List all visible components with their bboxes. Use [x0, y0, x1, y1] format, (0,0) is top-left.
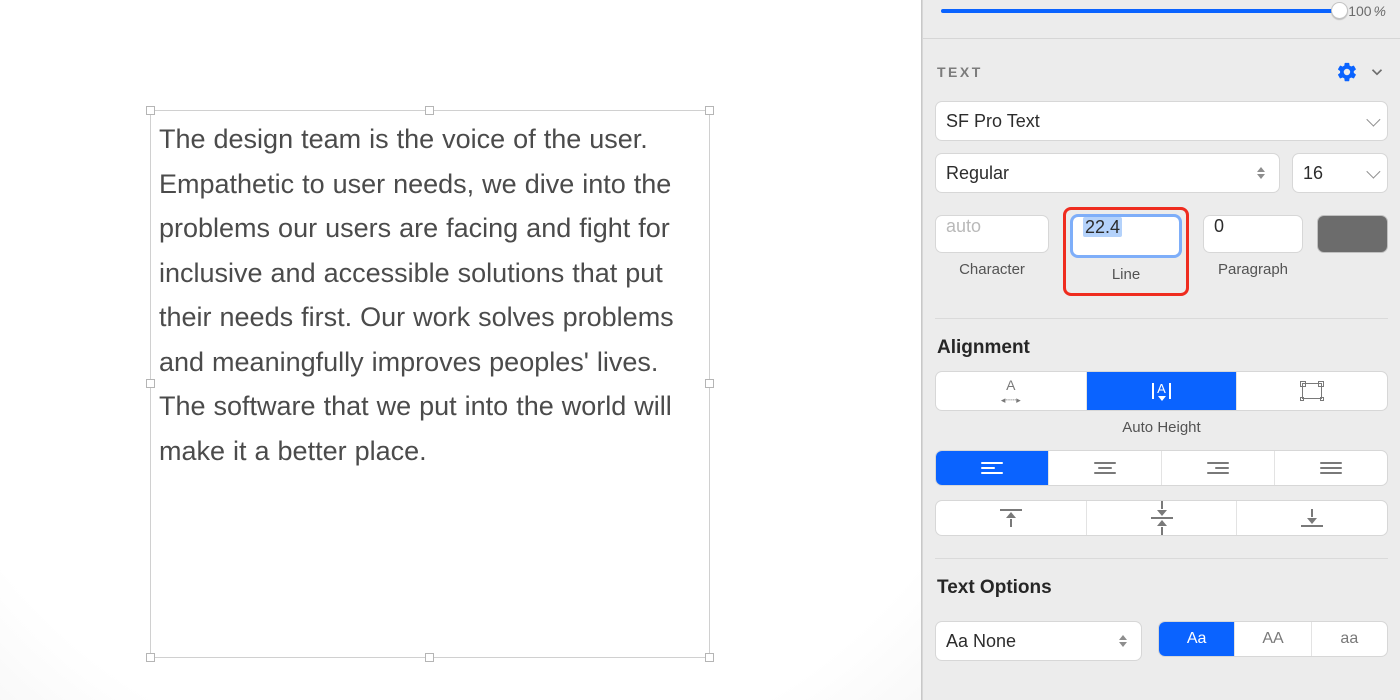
- alignment-title: Alignment: [937, 337, 1386, 359]
- font-weight-select[interactable]: Regular: [935, 153, 1280, 193]
- text-frame-content[interactable]: The design team is the voice of the user…: [151, 111, 709, 479]
- character-spacing-label: Character: [959, 261, 1025, 278]
- line-height-value: 22.4: [1083, 217, 1122, 237]
- align-center-button[interactable]: [1049, 451, 1162, 485]
- valign-top-button[interactable]: [936, 501, 1087, 535]
- chevron-down-icon: [1366, 165, 1380, 179]
- align-justify-button[interactable]: [1275, 451, 1387, 485]
- text-case-segment[interactable]: Aa AA aa: [1158, 621, 1388, 657]
- section-separator: [935, 558, 1388, 559]
- valign-bottom-button[interactable]: [1237, 501, 1387, 535]
- resize-handle-ml[interactable]: [146, 379, 155, 388]
- resize-handle-tr[interactable]: [705, 106, 714, 115]
- resize-handle-bl[interactable]: [146, 653, 155, 662]
- resize-handle-tl[interactable]: [146, 106, 155, 115]
- resize-handle-mr[interactable]: [705, 379, 714, 388]
- resize-fixed-width-button[interactable]: A◂┄┄▸: [936, 372, 1087, 410]
- valign-middle-icon: [1151, 501, 1173, 535]
- resize-handle-br[interactable]: [705, 653, 714, 662]
- valign-top-icon: [1000, 509, 1022, 527]
- line-height-input[interactable]: 22.4: [1070, 214, 1182, 258]
- font-size-select[interactable]: 16: [1292, 153, 1388, 193]
- paragraph-spacing-input[interactable]: 0: [1203, 215, 1303, 253]
- text-section-title: TEXT: [937, 64, 1336, 80]
- opacity-value: 100%: [1348, 3, 1388, 19]
- resize-mode-segment[interactable]: A◂┄┄▸ A: [935, 371, 1388, 411]
- line-height-label: Line: [1112, 266, 1140, 283]
- vertical-align-segment[interactable]: [935, 500, 1388, 536]
- font-family-select[interactable]: SF Pro Text: [935, 101, 1388, 141]
- case-title-button[interactable]: Aa: [1159, 622, 1235, 656]
- resize-fixed-size-button[interactable]: [1237, 372, 1387, 410]
- text-options-title: Text Options: [937, 577, 1386, 599]
- align-right-button[interactable]: [1162, 451, 1275, 485]
- case-upper-button[interactable]: AA: [1235, 622, 1311, 656]
- align-justify-icon: [1320, 462, 1342, 474]
- slider-knob[interactable]: [1331, 2, 1348, 19]
- chevron-down-icon[interactable]: [1368, 63, 1386, 81]
- auto-height-icon: A: [1152, 381, 1171, 401]
- align-left-button[interactable]: [936, 451, 1049, 485]
- panel-separator: [923, 38, 1400, 39]
- paragraph-spacing-value: 0: [1214, 216, 1224, 236]
- text-transform-value: Aa None: [946, 631, 1016, 652]
- character-spacing-placeholder: auto: [946, 216, 981, 236]
- gear-icon[interactable]: [1336, 61, 1368, 83]
- valign-middle-button[interactable]: [1087, 501, 1238, 535]
- case-lower-button[interactable]: aa: [1312, 622, 1387, 656]
- opacity-slider[interactable]: [941, 9, 1340, 13]
- align-left-icon: [981, 462, 1003, 474]
- valign-bottom-icon: [1301, 509, 1323, 527]
- stepper-icon: [1257, 162, 1269, 184]
- section-separator: [935, 318, 1388, 319]
- chevron-down-icon: [1366, 113, 1380, 127]
- canvas-area[interactable]: The design team is the voice of the user…: [0, 0, 922, 700]
- align-right-icon: [1207, 462, 1229, 474]
- fixed-size-icon: [1302, 383, 1322, 399]
- resize-mode-caption: Auto Height: [935, 419, 1388, 436]
- character-spacing-input[interactable]: auto: [935, 215, 1049, 253]
- font-weight-value: Regular: [946, 163, 1009, 184]
- font-family-value: SF Pro Text: [946, 111, 1040, 132]
- stepper-icon: [1119, 630, 1131, 652]
- line-height-highlight: 22.4 Line: [1063, 207, 1189, 296]
- font-size-value: 16: [1303, 163, 1323, 184]
- selected-text-frame[interactable]: The design team is the voice of the user…: [150, 110, 710, 658]
- horizontal-align-segment[interactable]: [935, 450, 1388, 486]
- fixed-width-icon: A◂┄┄▸: [1001, 377, 1021, 406]
- resize-handle-tm[interactable]: [425, 106, 434, 115]
- inspector-panel: 100% TEXT SF Pro Text Regular 16: [922, 0, 1400, 700]
- align-center-icon: [1094, 462, 1116, 474]
- text-transform-select[interactable]: Aa None: [935, 621, 1142, 661]
- text-color-swatch[interactable]: [1317, 215, 1388, 253]
- paragraph-spacing-label: Paragraph: [1218, 261, 1288, 278]
- resize-auto-height-button[interactable]: A: [1087, 372, 1238, 410]
- resize-handle-bm[interactable]: [425, 653, 434, 662]
